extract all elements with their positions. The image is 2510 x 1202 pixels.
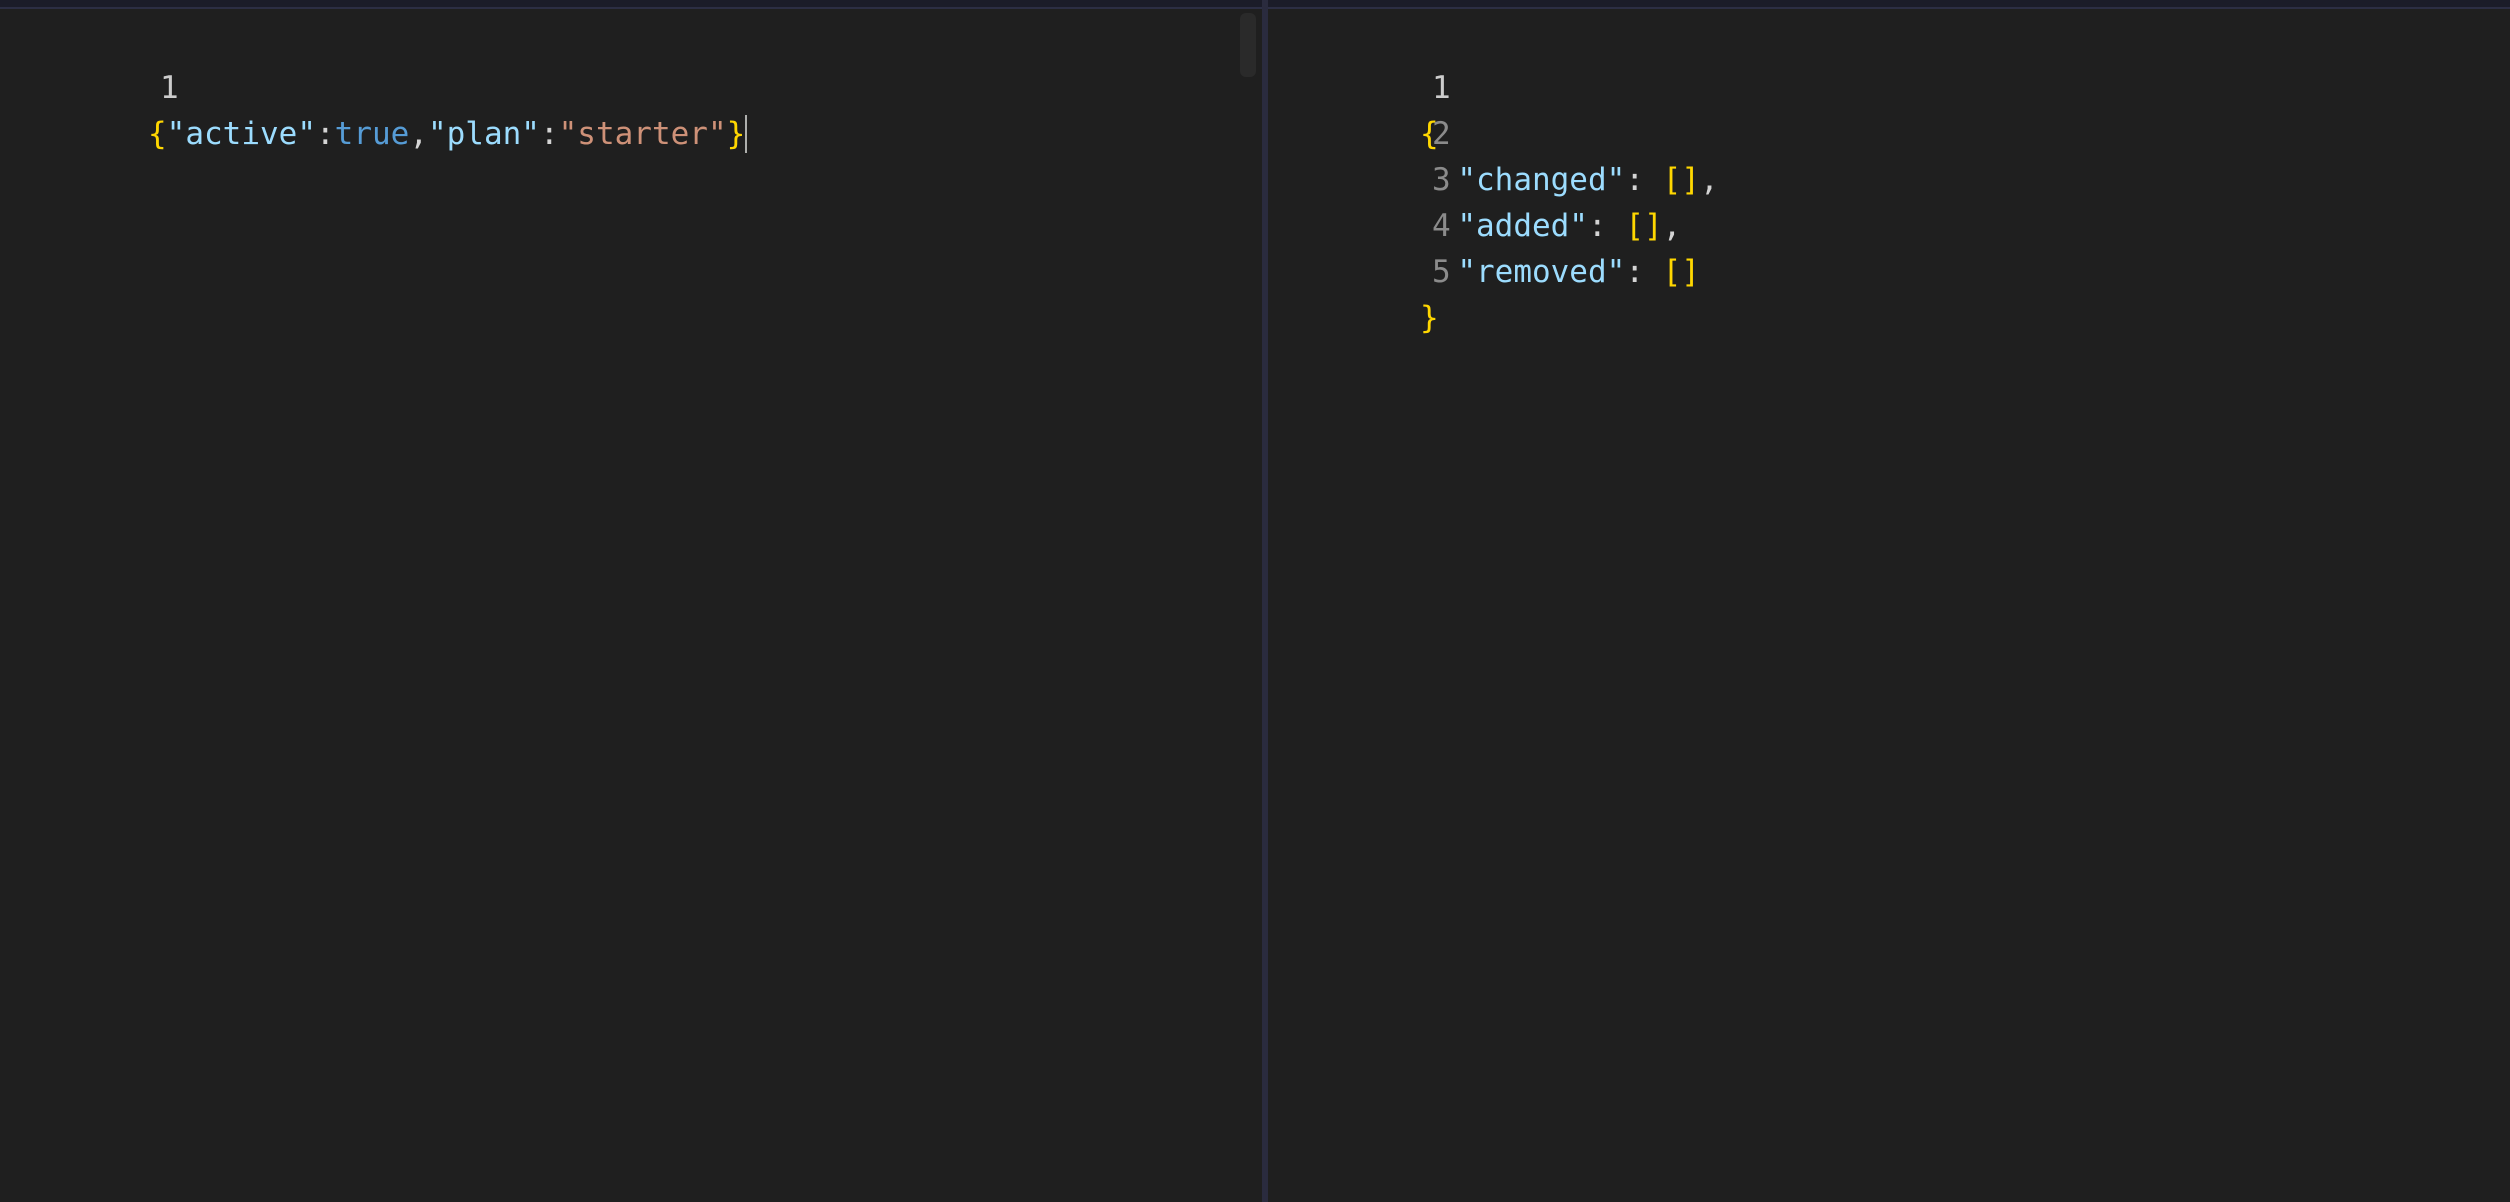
editor-line[interactable]: 4 "removed": []	[1268, 157, 1700, 290]
open-brace: {	[148, 116, 167, 152]
vertical-scrollbar-thumb[interactable]	[1240, 13, 1256, 77]
line-code[interactable]: "changed": [],	[1420, 157, 1719, 203]
line-code[interactable]: {"active":true,"plan":"starter"}	[148, 111, 748, 157]
json-string: "starter"	[558, 116, 727, 152]
json-key: "added"	[1457, 208, 1588, 244]
comma: ,	[409, 116, 428, 152]
editor-line[interactable]: 1 {"active":true,"plan":"starter"}	[0, 19, 748, 153]
json-key: "active"	[166, 116, 316, 152]
empty-array: []	[1662, 254, 1700, 290]
colon: :	[315, 116, 335, 152]
colon: :	[1625, 162, 1663, 198]
line-number: 1	[1431, 70, 1451, 106]
colon: :	[1587, 208, 1626, 244]
json-key: "removed"	[1457, 254, 1626, 290]
comma: ,	[1699, 162, 1719, 198]
line-number: 1	[159, 70, 179, 106]
window-top-border	[0, 0, 2510, 9]
editor-line[interactable]: 5 }	[1268, 203, 1451, 336]
json-key: "plan"	[427, 116, 540, 152]
colon: :	[539, 116, 559, 152]
comma: ,	[1662, 208, 1682, 244]
editor-line[interactable]: 1 {	[1268, 19, 1451, 152]
line-number: 4	[1431, 208, 1451, 244]
colon: :	[1625, 254, 1663, 290]
text-cursor	[745, 114, 748, 153]
line-number: 5	[1431, 254, 1451, 290]
close-brace: }	[726, 116, 746, 152]
empty-array: []	[1662, 162, 1700, 198]
line-code[interactable]: "added": [],	[1420, 203, 1681, 249]
input-json-editor[interactable]: 1 {"active":true,"plan":"starter"}	[0, 9, 1262, 1202]
diff-output-editor[interactable]: 1 { 2 "changed": [], 3 "added": [], 4 "r…	[1268, 9, 2510, 1202]
json-key: "changed"	[1457, 162, 1626, 198]
close-brace: }	[1420, 300, 1439, 336]
editor-line[interactable]: 2 "changed": [],	[1268, 65, 1719, 198]
line-code[interactable]: "removed": []	[1420, 249, 1700, 295]
empty-array: []	[1625, 208, 1663, 244]
json-boolean: true	[334, 116, 410, 152]
line-number: 2	[1431, 116, 1451, 152]
editor-line[interactable]: 3 "added": [],	[1268, 111, 1681, 244]
line-number: 3	[1431, 162, 1451, 198]
